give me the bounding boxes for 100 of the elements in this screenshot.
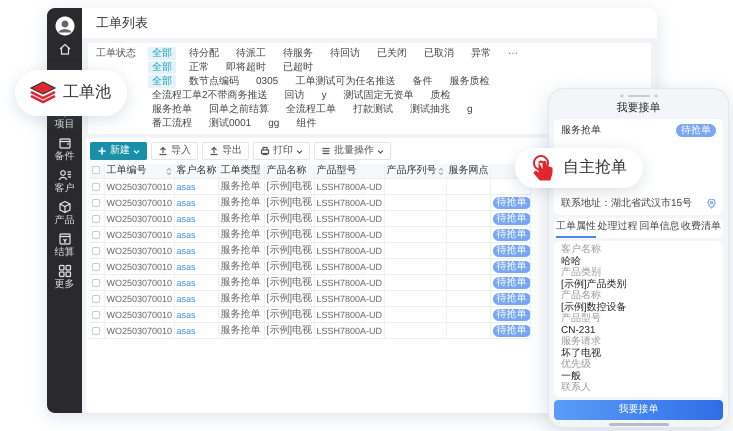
checkbox[interactable] [92,166,100,174]
filter-option[interactable]: 即将超时 [222,61,270,74]
product-model-cell: LSSH7800A-UD [316,246,382,256]
filter-option[interactable]: gg [264,117,284,130]
product-name-cell: [示例]电视 [266,245,312,256]
tab[interactable]: 收费清单 [680,218,721,238]
filter-option[interactable]: 已取消 [420,47,458,60]
sidebar-label[interactable]: 备件 [54,151,74,162]
checkbox[interactable] [92,295,100,304]
order-number-cell: WO2503070010 [106,310,172,320]
wallet-icon[interactable] [58,136,72,150]
filter-option[interactable]: 工单测试可为任名推送 [291,75,400,88]
checkbox[interactable] [92,231,100,240]
product-model-cell: LSSH7800A-UD [316,294,382,304]
filter-option[interactable]: 数节点编码 [185,75,243,88]
product-model-cell: LSSH7800A-UD [316,262,382,272]
order-number-cell: WO2503070010 [106,214,172,224]
filter-option[interactable]: 服务质检 [445,75,494,88]
sidebar-label[interactable]: 客户 [54,183,74,194]
filter-option[interactable]: 待派工 [232,47,270,60]
filter-option[interactable]: 已超时 [279,61,317,74]
box-icon[interactable] [58,232,72,246]
order-number-cell: WO2503070010 [106,198,172,208]
address-text: 联系地址：湖北省武汉市15号 [561,197,692,210]
filter-option[interactable]: y [318,89,331,102]
checkbox[interactable] [92,215,100,224]
filter-option[interactable]: 质检 [426,89,455,102]
product-model-cell: LSSH7800A-UD [316,326,382,336]
filter-option[interactable]: 组件 [292,117,320,130]
field-value: CN-231 [561,324,596,336]
export-button[interactable]: 导出 [202,142,249,160]
avatar-icon[interactable] [54,16,74,36]
filter-option[interactable]: 全流程工单 [282,103,340,116]
filter-option[interactable]: 测试0001 [205,117,256,130]
order-type-cell: 服务抢单 [220,197,260,208]
filter-option[interactable]: 测试抽兆 [406,103,454,116]
phone-notch-icon [618,94,658,98]
import-button[interactable]: 导入 [151,142,198,160]
sidebar-label[interactable]: 结算 [54,247,74,258]
filter-option[interactable]: 服务抢单 [148,103,196,116]
sidebar-label[interactable]: 产品 [54,215,74,226]
filter-option[interactable]: 番工流程 [148,117,196,130]
checkbox[interactable] [92,311,100,320]
page-title: 工单列表 [96,14,148,32]
accept-order-button[interactable]: 我要接单 [554,400,723,420]
field-label: 产品类别 [561,267,602,278]
order-type-cell: 服务抢单 [220,277,260,288]
sidebar-label[interactable]: 项目 [54,119,74,130]
filter-option[interactable]: 备件 [408,75,436,88]
home-icon[interactable] [58,42,72,56]
field-value: 哈哈 [561,256,582,266]
filter-option[interactable]: 正常 [185,61,213,74]
filter-label: 工单状态 [96,48,136,59]
filter-option[interactable]: g [463,103,477,116]
home-indicator-icon [608,422,668,426]
filter-option[interactable]: 打款测试 [349,103,397,116]
filter-option[interactable]: 已关闭 [373,47,411,60]
filter-option[interactable]: 全流程工单2不带商务推送 [148,89,272,102]
callout-text: 工单池 [63,82,111,103]
tab[interactable]: 回单信息 [639,218,680,238]
sidebar-label[interactable]: 更多 [54,279,74,290]
card-title: 服务抢单 [561,124,601,137]
filter-option[interactable]: 待服务 [279,47,317,60]
filter-option[interactable]: 0305 [252,75,282,88]
order-type-cell: 服务抢单 [220,229,260,240]
sort-icon[interactable] [438,166,444,176]
order-number-cell: WO2503070010 [106,230,172,240]
filter-option[interactable]: 回访 [280,89,309,102]
column-header: 工单编号 [106,165,146,177]
order-type-cell: 服务抢单 [220,181,260,192]
filter-option[interactable]: ··· [504,47,522,60]
field-label: 优先级 [561,359,592,370]
user-list-icon[interactable] [58,168,72,182]
filter-option[interactable]: 待分配 [185,47,223,60]
filter-option[interactable]: 测试固定无资单 [340,89,418,102]
product-model-cell: LSSH7800A-UD [316,182,382,192]
sort-icon[interactable] [166,166,172,176]
batch-button[interactable]: 批量操作 [314,142,391,160]
location-icon[interactable] [707,198,716,208]
product-model-cell: LSSH7800A-UD [316,230,382,240]
filter-option[interactable]: 待回访 [326,47,364,60]
checkbox[interactable] [92,199,100,208]
print-button[interactable]: 打印 [253,142,310,160]
checkbox[interactable] [92,279,100,288]
filter-option[interactable]: 回单之前结算 [205,103,273,116]
product-model-cell: LSSH7800A-UD [316,278,382,288]
checkbox[interactable] [92,247,100,256]
tab[interactable]: 处理过程 [598,218,638,238]
product-name-cell: [示例]电视 [266,181,312,192]
column-header: 产品型号 [316,165,356,177]
product-name-cell: [示例]电视 [266,309,312,320]
new-button[interactable]: 新建 [90,142,147,160]
grid-icon[interactable] [58,264,72,278]
tab[interactable]: 工单属性 [556,218,596,238]
checkbox[interactable] [92,263,100,272]
column-header: 工单类型 [220,165,260,177]
cube-icon[interactable] [58,200,72,214]
checkbox[interactable] [92,327,100,336]
checkbox[interactable] [92,183,100,192]
filter-option[interactable]: 异常 [467,47,495,60]
